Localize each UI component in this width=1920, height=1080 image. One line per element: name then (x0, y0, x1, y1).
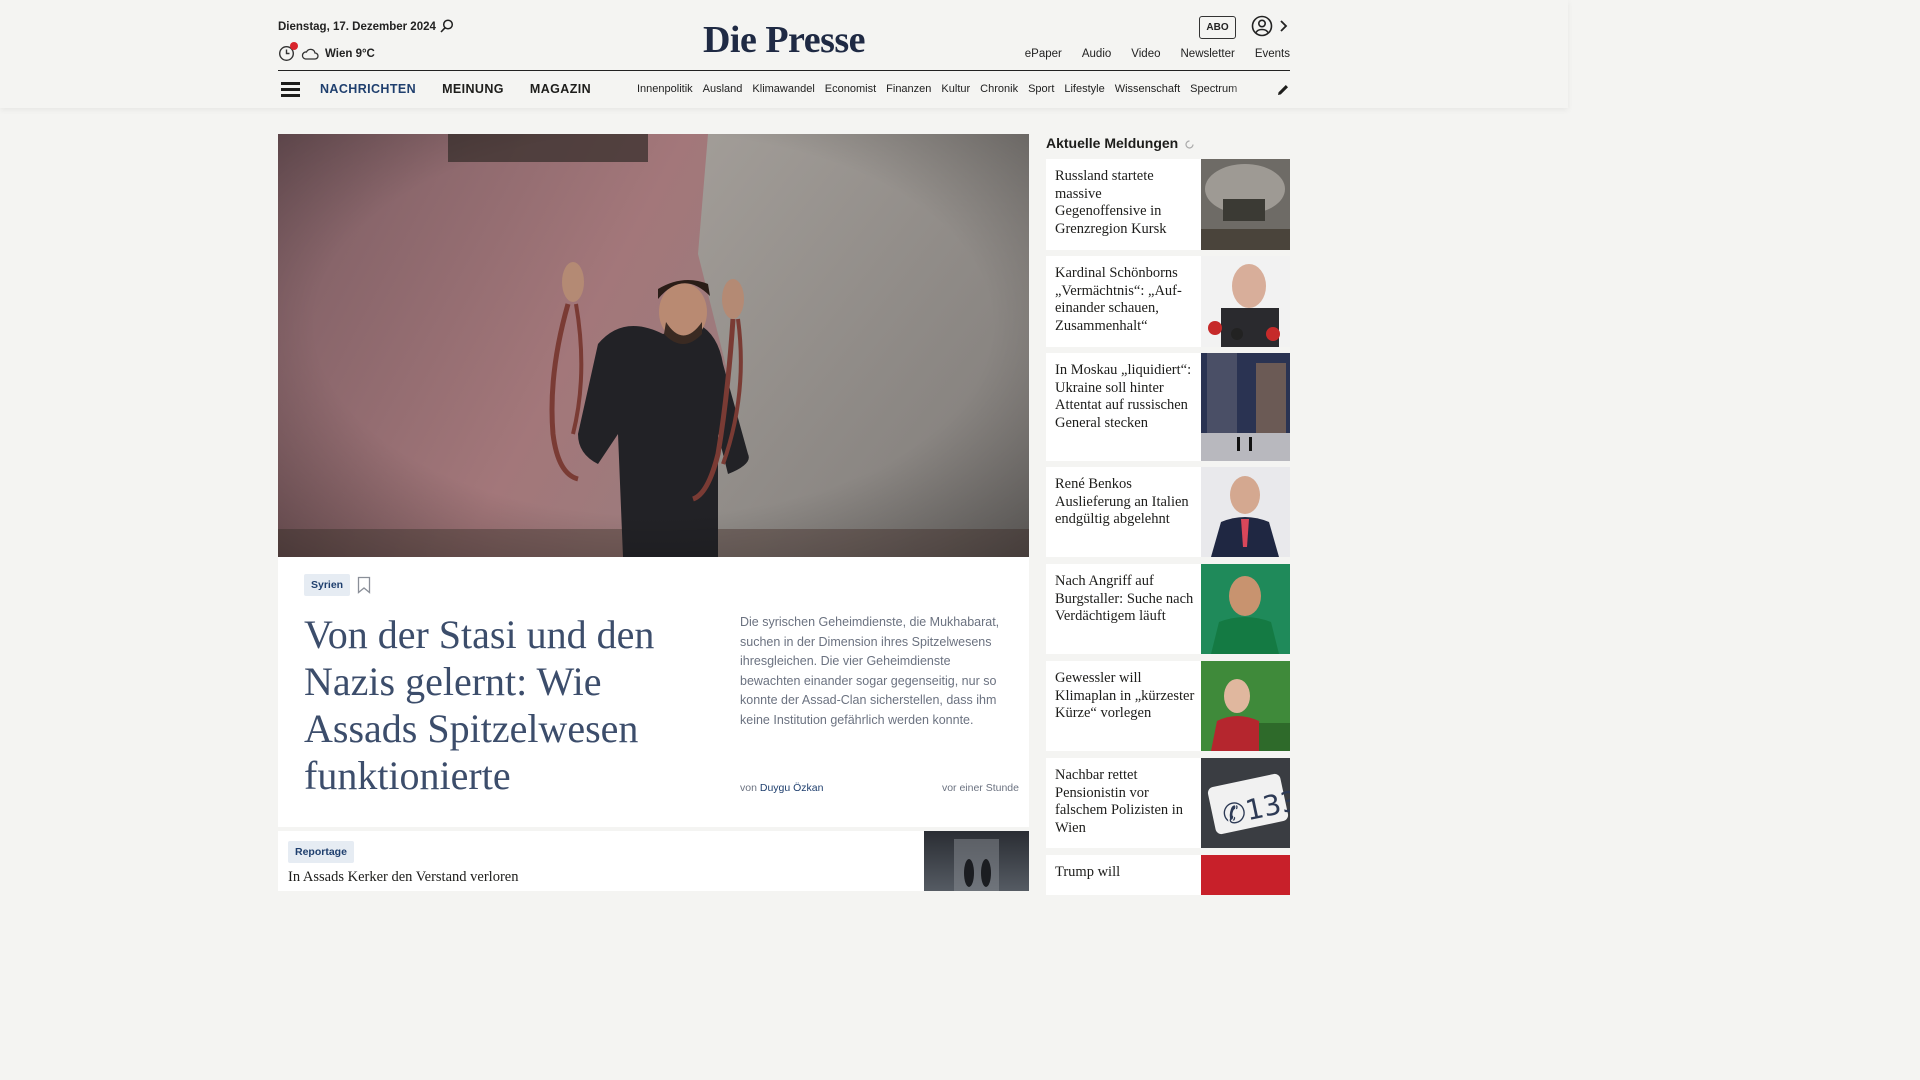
news-image (1201, 353, 1290, 461)
top-navigation: ePaper Audio Video Newsletter Events (1025, 48, 1290, 60)
nav-nachrichten[interactable]: NACHRICHTEN (320, 82, 416, 96)
news-image: ✆133 (1201, 758, 1290, 848)
topnav-newsletter[interactable]: Newsletter (1181, 48, 1235, 60)
subnav-ausland[interactable]: Ausland (703, 83, 743, 95)
hero-image[interactable] (278, 134, 1029, 557)
news-title: In Moskau „liquidiert“: Ukraine soll hin… (1055, 362, 1192, 431)
subnav-klimawandel[interactable]: Klimawandel (752, 83, 814, 95)
news-image (1201, 467, 1290, 557)
secondary-headline[interactable]: In Assads Kerker den Verstand verloren (288, 869, 518, 886)
news-item[interactable]: Trump will (1046, 855, 1290, 895)
subnav-chronik[interactable]: Chronik (980, 83, 1018, 95)
subnav-fade (1229, 78, 1261, 100)
subnav-sport[interactable]: Sport (1028, 83, 1054, 95)
topnav-epaper[interactable]: ePaper (1025, 48, 1062, 60)
menu-icon[interactable] (281, 82, 300, 97)
news-item[interactable]: Kardinal Schönborns „Vermächtnis“: „Auf­… (1046, 256, 1290, 347)
author-link[interactable]: Duygu Özkan (760, 782, 824, 794)
nav-meinung[interactable]: MEINUNG (442, 82, 504, 96)
news-title: René Benkos Auslieferung an Italien endg… (1055, 476, 1189, 528)
hero-teaser: Die syrischen Geheimdienste, die Mukhaba… (740, 615, 1000, 727)
news-item[interactable]: Nachbar rettet Pensionistin vor falschem… (1046, 758, 1290, 848)
news-item[interactable]: René Benkos Auslieferung an Italien endg… (1046, 467, 1290, 557)
nav-magazin[interactable]: MAGAZIN (530, 82, 591, 96)
news-title: Kardinal Schönborns „Vermächtnis“: „Auf­… (1055, 265, 1182, 334)
subnav-wissenschaft[interactable]: Wissenschaft (1115, 83, 1180, 95)
byline-prefix: von (740, 782, 757, 794)
subnav-finanzen[interactable]: Finanzen (886, 83, 931, 95)
bookmark-icon[interactable] (357, 576, 371, 594)
sidebar-heading: Aktuelle Meldungen (1046, 135, 1179, 151)
user-account-icon[interactable] (1251, 15, 1273, 37)
news-title: Trump will (1055, 864, 1121, 880)
weather-widget[interactable]: Wien 9°C (278, 42, 375, 62)
news-item[interactable]: Nach Angriff auf Burgstaller: Suche nach… (1046, 564, 1290, 654)
news-image (1201, 564, 1290, 654)
topnav-audio[interactable]: Audio (1082, 48, 1111, 60)
site-logo[interactable]: Die Presse (700, 18, 868, 62)
header-divider (278, 70, 1290, 71)
hero-photo (278, 134, 1029, 557)
byline: von Duygu Özkan (740, 782, 823, 794)
news-item[interactable]: Russland startete massive Gegenoffensive… (1046, 159, 1290, 250)
subnav-economist[interactable]: Economist (825, 83, 876, 95)
news-title: Nach Angriff auf Burgstaller: Suche nach… (1055, 573, 1194, 625)
main-navigation: NACHRICHTEN MEINUNG MAGAZIN (320, 82, 591, 96)
subnav-kultur[interactable]: Kultur (941, 83, 970, 95)
clock-icon (278, 42, 298, 62)
subnav-innenpolitik[interactable]: Innenpolitik (637, 83, 693, 95)
hero-article-card: Syrien Von der Stasi und den Nazis geler… (278, 557, 1029, 827)
news-image (1201, 159, 1290, 250)
hero-headline[interactable]: Von der Stasi und den Nazis gelernt: Wie… (304, 611, 704, 799)
publish-time: vor einer Stunde (941, 782, 1019, 794)
topnav-events[interactable]: Events (1255, 48, 1290, 60)
topnav-video[interactable]: Video (1131, 48, 1160, 60)
news-item[interactable]: In Moskau „liquidiert“: Ukraine soll hin… (1046, 353, 1290, 461)
news-title: Russland startete massive Gegenoffensive… (1055, 168, 1167, 237)
cloud-icon (301, 48, 319, 60)
current-date: Dienstag, 17. Dezember 2024 (278, 21, 436, 33)
news-item[interactable]: Gewessler will Klimaplan in „kürzester K… (1046, 661, 1290, 751)
chevron-right-icon[interactable] (1278, 19, 1288, 33)
weather-text: Wien 9°C (325, 47, 375, 60)
news-image (1201, 855, 1290, 895)
abo-button[interactable]: ABO (1199, 16, 1236, 39)
secondary-image[interactable] (924, 831, 1029, 891)
section-navigation: Innenpolitik Ausland Klimawandel Economi… (637, 83, 1259, 95)
refresh-icon (1185, 140, 1194, 149)
news-title: Nachbar rettet Pensionistin vor falschem… (1055, 767, 1184, 836)
secondary-article[interactable]: Reportage In Assads Kerker den Verstand … (278, 831, 1029, 891)
search-icon[interactable] (439, 18, 455, 34)
site-header: Dienstag, 17. Dezember 2024 Wien 9°C Die… (0, 0, 1568, 108)
category-tag-reportage[interactable]: Reportage (288, 841, 354, 863)
subnav-lifestyle[interactable]: Lifestyle (1064, 83, 1104, 95)
pencil-icon[interactable] (1276, 83, 1290, 97)
notification-dot (290, 42, 298, 50)
news-image (1201, 661, 1290, 751)
category-tag[interactable]: Syrien (304, 574, 351, 596)
news-title: Gewessler will Klimaplan in „kürzester K… (1055, 670, 1195, 722)
news-image (1201, 256, 1290, 347)
